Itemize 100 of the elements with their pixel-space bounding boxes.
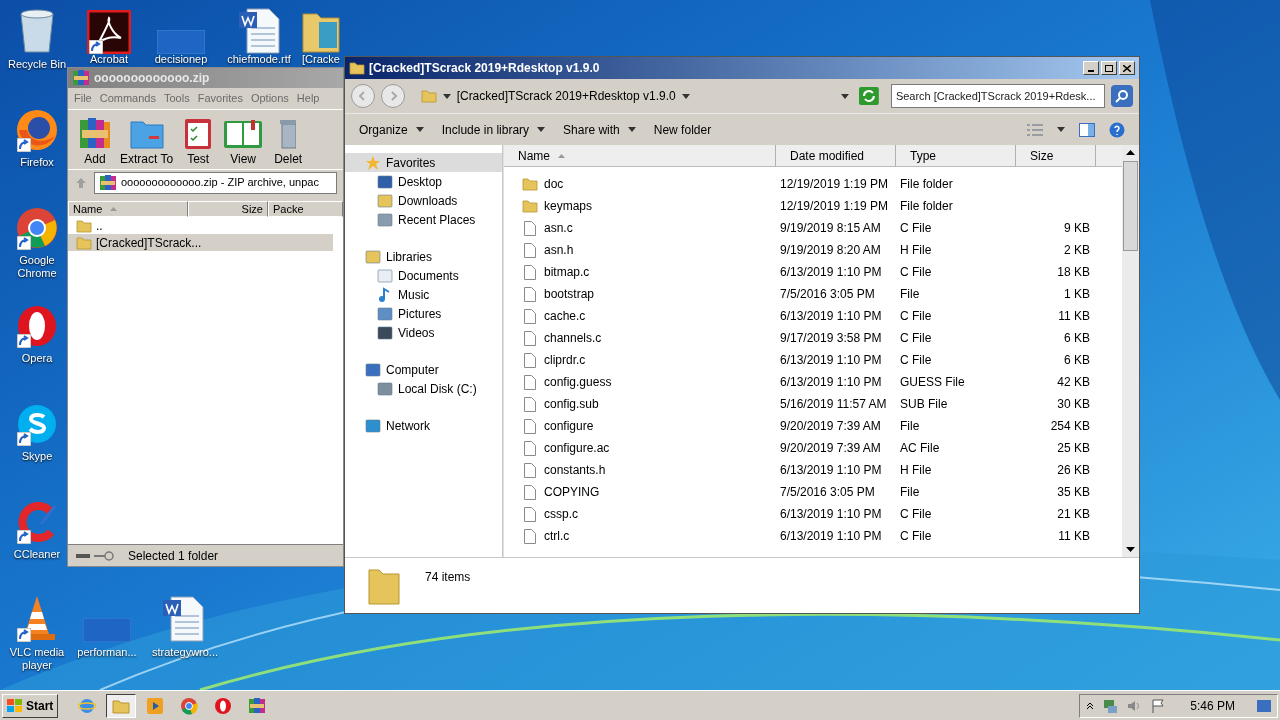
desktop-icon-label[interactable]: Firefox — [6, 156, 68, 169]
file-name-cell[interactable]: COPYING — [504, 483, 776, 501]
file-name-cell[interactable]: keymaps — [504, 197, 776, 215]
column-header[interactable]: Size — [1016, 145, 1096, 166]
maximize-button[interactable] — [1101, 61, 1117, 75]
desktop-icon-label[interactable]: Skype — [6, 450, 68, 463]
toolbar-button[interactable]: View — [223, 116, 264, 168]
menu-item[interactable]: Help — [296, 90, 320, 107]
file-name-cell[interactable]: cache.c — [504, 307, 776, 325]
search-field[interactable]: Search [Cracked]TScrack 2019+Rdesk... — [890, 84, 1106, 108]
file-name-cell[interactable]: doc — [504, 175, 776, 193]
vertical-scrollbar[interactable] — [1122, 145, 1139, 557]
file-name-cell[interactable]: ctrl.c — [504, 527, 776, 545]
acrobat-icon — [87, 10, 131, 54]
file-name-cell[interactable]: channels.c — [504, 329, 776, 347]
file-name-cell[interactable]: config.guess — [504, 373, 776, 391]
desktop-icon-label[interactable]: Opera — [6, 352, 68, 365]
clock[interactable]: 5:46 PM — [1190, 696, 1235, 715]
file-icon — [524, 264, 536, 280]
nav-item[interactable]: Downloads — [345, 191, 502, 210]
preview-pane-icon[interactable] — [1079, 122, 1095, 137]
search-button[interactable] — [1111, 85, 1133, 107]
column-header[interactable]: Type — [896, 145, 1016, 166]
file-name-cell[interactable]: cliprdr.c — [504, 351, 776, 369]
help-icon[interactable] — [1109, 121, 1125, 138]
nav-item[interactable]: Desktop — [345, 172, 502, 191]
desktop-icon-label[interactable]: chiefmode.rtf — [227, 54, 291, 65]
toolbar-button[interactable]: Delet — [269, 116, 308, 168]
show-desktop-icon[interactable] — [1257, 699, 1271, 712]
desktop-icon-label[interactable]: [Cracke — [302, 54, 340, 65]
forward-button[interactable] — [380, 84, 405, 108]
column-header[interactable]: Size — [188, 201, 268, 217]
nav-group-item[interactable]: Network — [345, 416, 502, 435]
nav-item[interactable]: Videos — [345, 323, 502, 342]
dropdown-caret-icon — [442, 93, 451, 99]
command-button[interactable]: Organize — [359, 120, 424, 139]
menu-item[interactable]: Tools — [164, 90, 190, 107]
size-cell-text: 21 KB — [1056, 506, 1090, 523]
date-cell-text: 6/13/2019 1:10 PM — [779, 528, 883, 545]
nav-item[interactable]: Pictures — [345, 304, 502, 323]
nav-group-item[interactable]: Favorites — [345, 153, 502, 172]
column-header[interactable]: Date modified — [776, 145, 896, 166]
folder-icon — [128, 118, 165, 150]
scrollbar-thumb[interactable] — [1123, 161, 1138, 251]
date-cell-text: 6/13/2019 1:10 PM — [779, 374, 883, 391]
file-name-cell[interactable]: asn.c — [504, 219, 776, 237]
back-button[interactable] — [351, 84, 375, 108]
windows-logo-icon — [7, 698, 23, 713]
file-icon — [524, 418, 536, 434]
command-button[interactable]: Include in library — [441, 120, 546, 139]
address-field[interactable]: ooooooooooooo.zip - ZIP archive, unpac — [94, 171, 337, 194]
menu-item[interactable]: File — [74, 90, 92, 107]
toolbar-button[interactable]: Add — [76, 116, 114, 168]
menu-item[interactable]: Options — [250, 90, 289, 107]
desktop-icon-label[interactable]: performan... — [76, 646, 138, 659]
file-icon — [524, 352, 536, 368]
file-name-cell[interactable]: cssp.c — [504, 505, 776, 523]
desktop-icon-label[interactable]: CCleaner — [6, 548, 68, 561]
archive-row[interactable]: [Cracked]TScrack... — [68, 234, 333, 251]
date-cell-text: 6/13/2019 1:10 PM — [779, 506, 883, 523]
toolbar-button[interactable]: Test — [179, 116, 218, 168]
nav-item[interactable]: Documents — [345, 266, 502, 285]
menu-item[interactable]: Favorites — [197, 90, 243, 107]
file-name-cell[interactable]: bitmap.c — [504, 263, 776, 281]
nav-item[interactable]: Music — [345, 285, 502, 304]
file-name-cell[interactable]: constants.h — [504, 461, 776, 479]
desktop-icon-label[interactable]: decisionep — [154, 54, 208, 65]
file-name-cell[interactable]: asn.h — [504, 241, 776, 259]
close-button[interactable] — [1119, 61, 1135, 75]
command-button[interactable]: New folder — [653, 120, 712, 139]
file-name-cell[interactable]: configure.ac — [504, 439, 776, 457]
file-name-cell[interactable]: bootstrap — [504, 285, 776, 303]
desktop-icon-label[interactable]: VLC media player — [6, 646, 68, 672]
minimize-button[interactable] — [1083, 61, 1099, 75]
file-name-cell[interactable]: configure — [504, 417, 776, 435]
nav-group-item[interactable]: Libraries — [345, 247, 502, 266]
size-cell-text: 25 KB — [1056, 440, 1090, 457]
archive-row[interactable]: .. — [68, 217, 333, 234]
menu-item[interactable]: Commands — [99, 90, 156, 107]
refresh-icon[interactable] — [859, 87, 879, 105]
size-cell-text: 30 KB — [1056, 396, 1090, 413]
nav-item[interactable]: Local Disk (C:) — [345, 379, 502, 398]
column-header[interactable]: Name — [68, 201, 188, 217]
desktop-icon-label[interactable]: Google Chrome — [6, 254, 68, 280]
desktop-icon-label[interactable]: Recycle Bin — [6, 58, 68, 71]
file-name-cell[interactable]: config.sub — [504, 395, 776, 413]
flag-icon[interactable] — [1150, 697, 1167, 714]
chevron-up-icon[interactable] — [1086, 701, 1095, 710]
item-count: 74 items — [425, 569, 471, 586]
chrome-icon — [180, 696, 199, 715]
nav-group-item[interactable]: Computer — [345, 360, 502, 379]
start-button[interactable]: Start — [2, 693, 59, 718]
desktop-icon-label[interactable]: Acrobat — [90, 54, 128, 65]
size-cell-text: 18 KB — [1056, 264, 1090, 281]
nav-item[interactable]: Recent Places — [345, 210, 502, 229]
command-button[interactable]: Share with — [563, 120, 636, 139]
column-header[interactable]: Packe — [268, 201, 343, 217]
taskbar-app-button[interactable] — [106, 693, 137, 718]
column-header[interactable]: Name — [504, 145, 776, 166]
toolbar-button[interactable]: Extract To — [120, 116, 174, 168]
